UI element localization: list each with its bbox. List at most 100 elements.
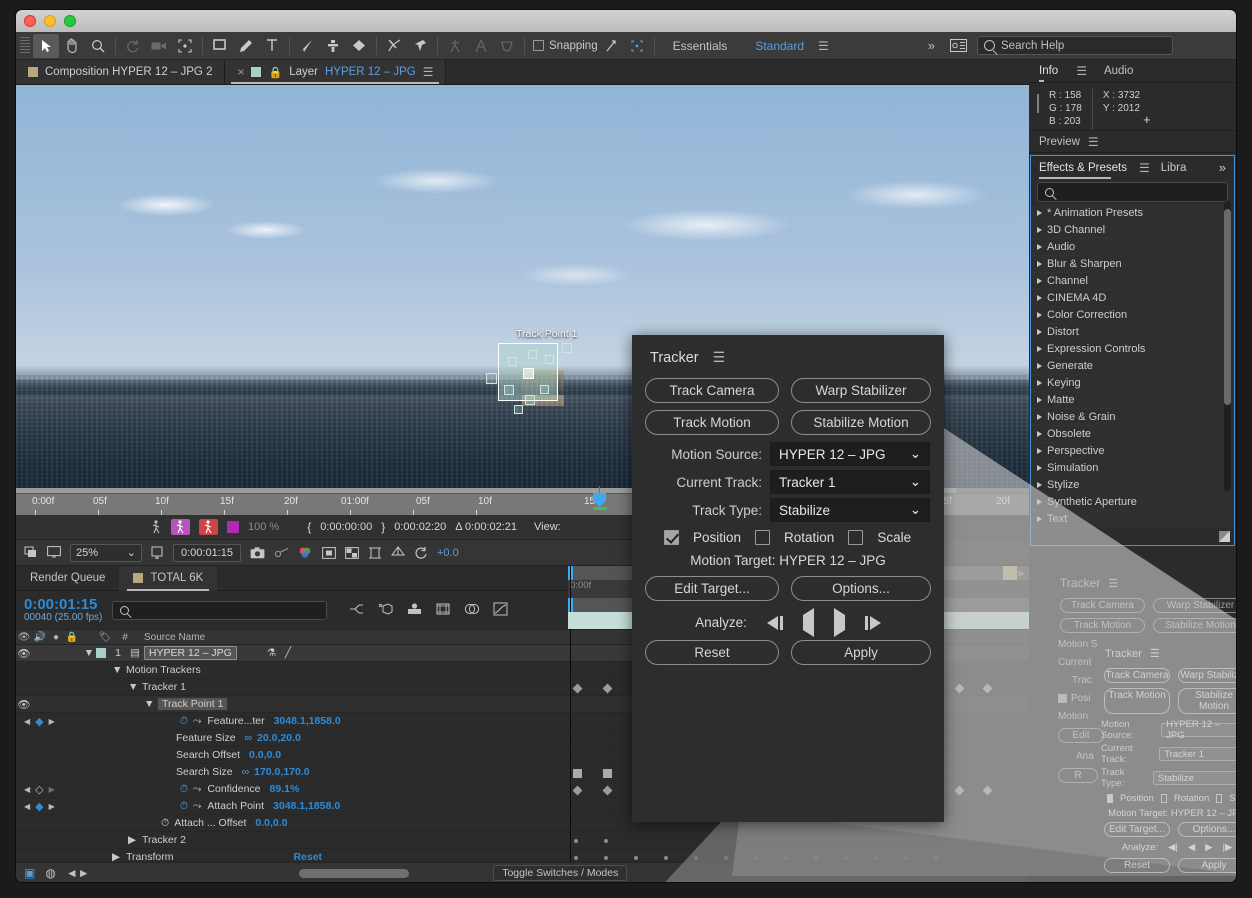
disclosure-triangle-icon[interactable] — [1037, 448, 1042, 454]
effects-category-row[interactable]: Keying — [1031, 375, 1234, 392]
snap-arrow-icon[interactable] — [598, 34, 624, 58]
prev-keyframe-icon[interactable]: ◀ — [24, 717, 30, 726]
current-track-select[interactable]: Tracker 1 ⌄ — [770, 470, 930, 494]
tab-preview[interactable]: Preview — [1039, 136, 1080, 148]
disclosure-triangle-icon[interactable] — [1037, 397, 1042, 403]
zoom-level-select[interactable]: 25% ⌄ — [70, 544, 142, 562]
analyze-backward-button[interactable] — [803, 615, 814, 630]
comp-flowchart-icon[interactable]: ▣ — [24, 866, 35, 880]
effects-category-list[interactable]: * Animation Presets 3D Channel Audio Blu… — [1031, 205, 1234, 528]
puppet-pin-tool-icon[interactable] — [407, 34, 433, 58]
graph-editor-icon[interactable]: ⤳ — [193, 800, 201, 813]
track-camera-button[interactable]: Track Camera — [645, 378, 779, 403]
row-value[interactable]: 3048.1,1858.0 — [274, 715, 341, 727]
edit-target-button[interactable]: Edit Target... — [645, 576, 779, 601]
effects-category-row[interactable]: Stylize — [1031, 477, 1234, 494]
twirl-icon[interactable]: ▼ — [144, 698, 158, 710]
prev-keyframe-icon[interactable]: ◀ — [24, 785, 30, 794]
puppet-overlap-tool-icon[interactable] — [442, 34, 468, 58]
timeline-horizontal-scrollbar[interactable] — [299, 869, 409, 878]
layer-panel-menu-icon[interactable]: ☰ — [423, 65, 433, 79]
toolbar-grip[interactable] — [20, 37, 30, 55]
twirl-icon[interactable]: ▼ — [128, 681, 142, 693]
effects-category-row[interactable]: Text — [1031, 511, 1234, 528]
motion-source-select[interactable]: HYPER 12 – JPG ⌄ — [770, 442, 930, 466]
next-keyframe-icon[interactable]: ▶ — [49, 717, 55, 726]
stabilize-motion-button[interactable]: Stabilize Motion — [791, 410, 931, 435]
effects-category-row[interactable]: * Animation Presets — [1031, 205, 1234, 222]
effects-category-row[interactable]: Blur & Sharpen — [1031, 256, 1234, 273]
draft-3d-icon[interactable] — [378, 602, 393, 619]
stopwatch-icon[interactable]: ⏱ — [180, 783, 188, 796]
exposure-value[interactable]: +0.0 — [437, 547, 459, 559]
camera-tool-icon[interactable] — [146, 34, 172, 58]
disclosure-triangle-icon[interactable] — [1037, 465, 1042, 471]
effects-category-row[interactable]: Color Correction — [1031, 307, 1234, 324]
disclosure-triangle-icon[interactable] — [1037, 499, 1042, 505]
effects-category-row[interactable]: Channel — [1031, 273, 1234, 290]
maximize-window-button[interactable] — [64, 15, 76, 27]
effects-category-row[interactable]: CINEMA 4D — [1031, 290, 1234, 307]
row-value[interactable]: 20.0,20.0 — [257, 732, 301, 744]
show-snapshot-icon[interactable] — [274, 547, 289, 559]
tab-effects-presets[interactable]: Effects & Presets — [1039, 162, 1127, 174]
selection-tool-icon[interactable] — [33, 34, 59, 58]
snapping-checkbox[interactable] — [533, 40, 544, 51]
sync-settings-icon[interactable] — [945, 34, 971, 58]
disclosure-triangle-icon[interactable] — [1037, 380, 1042, 386]
puppet-starch-tool-icon[interactable] — [468, 34, 494, 58]
live-update-icon[interactable] — [349, 602, 364, 619]
effects-search-input[interactable] — [1037, 182, 1228, 202]
effects-category-row[interactable]: Audio — [1031, 239, 1234, 256]
tab-composition[interactable]: Composition HYPER 12 – JPG 2 — [16, 60, 225, 84]
options-button[interactable]: Options... — [791, 576, 931, 601]
effects-category-row[interactable]: Simulation — [1031, 460, 1234, 477]
effects-scrollbar[interactable] — [1224, 201, 1231, 491]
frame-blending-icon[interactable] — [436, 602, 450, 619]
disclosure-triangle-icon[interactable] — [1037, 227, 1042, 233]
pan-behind-tool-icon[interactable] — [172, 34, 198, 58]
workspace-overflow-icon[interactable]: » — [918, 38, 945, 53]
link-icon[interactable]: ∞ — [242, 766, 250, 778]
effects-panel-menu-icon[interactable]: ☰ — [1139, 161, 1149, 175]
keyframe-marker-icon[interactable]: ◆ — [35, 715, 43, 728]
puppet-mesh-tool-icon[interactable] — [494, 34, 520, 58]
guides-icon[interactable] — [368, 547, 382, 559]
scale-checkbox[interactable] — [848, 530, 863, 545]
disclosure-triangle-icon[interactable] — [1037, 346, 1042, 352]
layer-parent-switch-icon[interactable]: ⚗ — [267, 647, 285, 659]
track-motion-button[interactable]: Track Motion — [645, 410, 779, 435]
disclosure-triangle-icon[interactable] — [1037, 210, 1042, 216]
analyze-1-backward-button[interactable] — [767, 616, 783, 630]
shape-tool-icon[interactable] — [207, 34, 233, 58]
disclosure-triangle-icon[interactable] — [1037, 516, 1042, 522]
layer-label-color-icon[interactable] — [96, 648, 106, 658]
disclosure-triangle-icon[interactable] — [1037, 312, 1042, 318]
hand-tool-icon[interactable] — [59, 34, 85, 58]
workspace-standard[interactable]: Standard — [741, 39, 818, 53]
disclosure-triangle-icon[interactable] — [1037, 295, 1042, 301]
preview-panel-menu-icon[interactable]: ☰ — [1088, 135, 1098, 149]
disclosure-triangle-icon[interactable] — [1037, 363, 1042, 369]
effects-category-row[interactable]: 3D Channel — [1031, 222, 1234, 239]
effects-category-row[interactable]: Noise & Grain — [1031, 409, 1234, 426]
eraser-tool-icon[interactable] — [346, 34, 372, 58]
disclosure-triangle-icon[interactable] — [1037, 431, 1042, 437]
adaptive-resolution-icon[interactable] — [199, 519, 218, 535]
track-point-visibility-icon[interactable]: 👁 — [16, 698, 32, 711]
row-value[interactable]: 0.0,0.0 — [255, 817, 287, 829]
timeline-current-time[interactable]: 0:00:01:15 — [24, 597, 102, 612]
effects-category-row[interactable]: Distort — [1031, 324, 1234, 341]
disclosure-triangle-icon[interactable] — [1037, 244, 1042, 250]
lock-icon[interactable]: 🔒 — [268, 66, 282, 79]
reset-button[interactable]: Reset — [645, 640, 779, 665]
fast-previews-swatch-icon[interactable] — [227, 521, 239, 533]
row-value[interactable]: 3048.1,1858.0 — [273, 800, 340, 812]
current-time-field[interactable]: 0:00:01:15 — [173, 544, 241, 562]
disclosure-triangle-icon[interactable] — [1037, 329, 1042, 335]
analyze-1-forward-button[interactable] — [865, 616, 881, 630]
workspace-menu-icon[interactable]: ☰ — [818, 39, 828, 53]
track-type-select[interactable]: Stabilize ⌄ — [770, 498, 930, 522]
effects-overflow-icon[interactable]: » — [1219, 160, 1226, 175]
layer-visibility-icon[interactable]: 👁 — [16, 647, 32, 660]
